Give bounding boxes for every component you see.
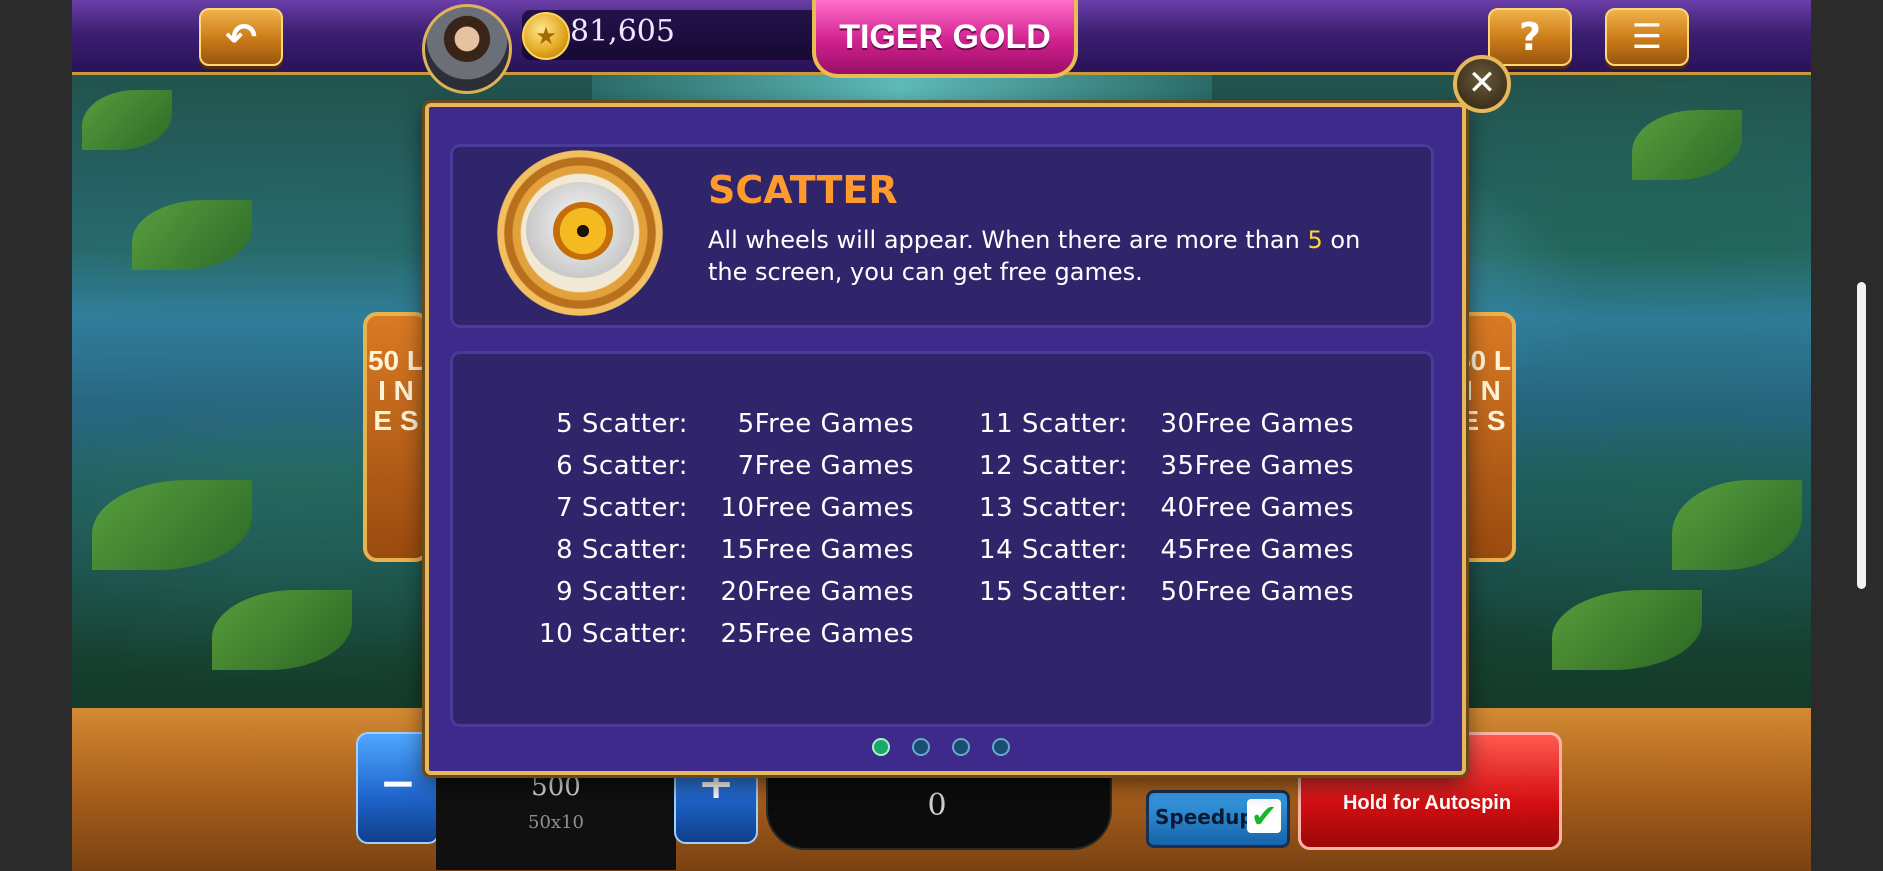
- jungle-leaf: [212, 590, 352, 670]
- payout-reward: 15Free Games: [720, 535, 914, 565]
- payout-reward: 7Free Games: [737, 451, 914, 481]
- payout-count: 9 Scatter:: [556, 577, 688, 607]
- jungle-leaf: [82, 90, 172, 150]
- jungle-leaf: [1632, 110, 1742, 180]
- payout-reward: 10Free Games: [720, 493, 914, 523]
- back-button[interactable]: ↶: [199, 8, 283, 66]
- page-dot[interactable]: [872, 738, 890, 756]
- scrollbar[interactable]: [1857, 282, 1866, 589]
- payout-count: 13 Scatter:: [979, 493, 1128, 523]
- payout-reward: 30Free Games: [1160, 409, 1354, 439]
- payout-count: 15 Scatter:: [979, 577, 1128, 607]
- payout-reward: 40Free Games: [1160, 493, 1354, 523]
- menu-list-icon: ☰: [1631, 17, 1663, 57]
- payout-reward: 5Free Games: [737, 409, 914, 439]
- payout-count: 12 Scatter:: [979, 451, 1128, 481]
- bet-lines: 50x10: [528, 812, 584, 833]
- highlight-count: 5: [1307, 226, 1323, 254]
- jungle-leaf: [92, 480, 252, 570]
- coin-balance: 81,605: [570, 14, 675, 49]
- payout-count: 11 Scatter:: [979, 409, 1128, 439]
- symbol-description: All wheels will appear. When there are m…: [708, 226, 1361, 286]
- eye-iris: [553, 202, 613, 260]
- menu-button[interactable]: ☰: [1605, 8, 1689, 66]
- payout-count: 10 Scatter:: [539, 619, 688, 649]
- payout-count: 6 Scatter:: [556, 451, 688, 481]
- checkmark-icon: ✔: [1247, 799, 1281, 833]
- payout-reward: 50Free Games: [1160, 577, 1354, 607]
- page-dot[interactable]: [992, 738, 1010, 756]
- jungle-leaf: [1672, 480, 1802, 570]
- speedup-toggle[interactable]: Speedup ✔: [1146, 790, 1290, 848]
- payout-reward: 20Free Games: [720, 577, 914, 607]
- back-arrow-icon: ↶: [225, 15, 257, 59]
- lines-sign-left: 50 L I N E S: [363, 312, 429, 562]
- symbol-title: SCATTER: [708, 168, 898, 212]
- page-dot[interactable]: [952, 738, 970, 756]
- close-button[interactable]: ✕: [1453, 55, 1511, 113]
- avatar[interactable]: [422, 4, 512, 94]
- game-title: TIGER GOLD: [812, 0, 1078, 78]
- speedup-label: Speedup: [1155, 805, 1254, 829]
- spin-hint: Hold for Autospin: [1342, 792, 1512, 814]
- bet-value: 500: [531, 772, 581, 802]
- payout-count: 5 Scatter:: [556, 409, 688, 439]
- payout-count: 7 Scatter:: [556, 493, 688, 523]
- win-value: 0: [927, 788, 947, 823]
- payout-count: 8 Scatter:: [556, 535, 688, 565]
- payout-reward: 35Free Games: [1160, 451, 1354, 481]
- gold-star-coin-icon: ★: [522, 12, 570, 60]
- help-icon: ?: [1518, 15, 1542, 59]
- payout-reward: 45Free Games: [1160, 535, 1354, 565]
- payout-reward: 25Free Games: [720, 619, 914, 649]
- jungle-leaf: [1552, 590, 1702, 670]
- help-button[interactable]: ?: [1488, 8, 1572, 66]
- page-dot[interactable]: [912, 738, 930, 756]
- payout-count: 14 Scatter:: [979, 535, 1128, 565]
- close-x-icon: ✕: [1467, 63, 1497, 103]
